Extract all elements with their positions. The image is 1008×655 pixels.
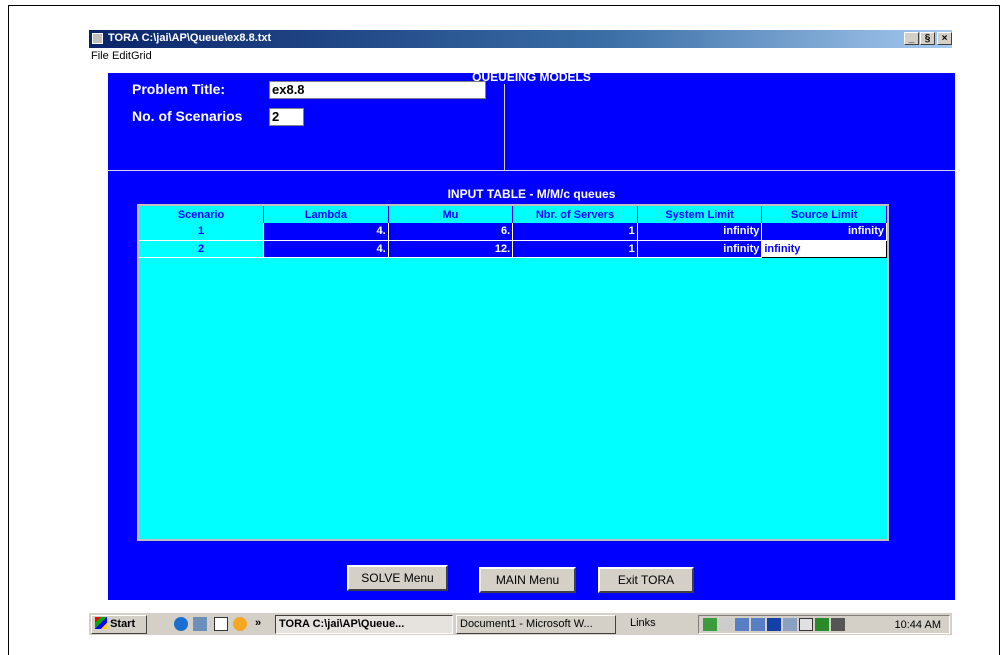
problem-title-label: Problem Title: bbox=[132, 81, 226, 97]
source-limit-edit-cell[interactable]: infinity bbox=[761, 239, 887, 258]
tray-app-icon[interactable] bbox=[799, 618, 813, 631]
task-word-document[interactable]: Document1 - Microsoft W... bbox=[456, 615, 616, 634]
quicklaunch-chevron[interactable]: » bbox=[255, 617, 261, 629]
window-titlebar[interactable]: TORA C:\jai\AP\Queue\ex8.8.txt _ § × bbox=[89, 30, 952, 48]
system-tray: 10:44 AM bbox=[698, 615, 950, 634]
table-row: 1 4. 6. 1 infinity infinity bbox=[139, 223, 887, 241]
links-toolbar[interactable]: Links bbox=[630, 617, 656, 629]
windows-logo-icon bbox=[95, 617, 107, 629]
exit-tora-button[interactable]: Exit TORA bbox=[598, 567, 694, 593]
servers-cell[interactable]: 1 bbox=[512, 240, 638, 258]
close-button[interactable]: × bbox=[937, 32, 952, 45]
main-menu-button[interactable]: MAIN Menu bbox=[479, 567, 576, 593]
lambda-cell[interactable]: 4. bbox=[263, 240, 389, 258]
clock: 10:44 AM bbox=[894, 619, 941, 631]
scenario-cell[interactable]: 1 bbox=[139, 223, 265, 241]
scenarios-input[interactable]: 2 bbox=[269, 108, 304, 126]
table-header-row: Scenario Lambda Mu Nbr. of Servers Syste… bbox=[139, 206, 887, 223]
system-limit-cell[interactable]: infinity bbox=[637, 223, 763, 241]
servers-cell[interactable]: 1 bbox=[512, 223, 638, 241]
minimize-button[interactable]: _ bbox=[904, 32, 919, 45]
internet-explorer-icon[interactable] bbox=[174, 617, 188, 631]
input-table-title: INPUT TABLE - M/M/c queues bbox=[447, 187, 616, 201]
tray-app-icon[interactable] bbox=[783, 618, 797, 631]
col-source-limit[interactable]: Source Limit bbox=[761, 206, 887, 223]
window-title: TORA C:\jai\AP\Queue\ex8.8.txt bbox=[108, 32, 272, 44]
scenario-cell[interactable]: 2 bbox=[139, 240, 265, 258]
menu-editgrid[interactable]: EditGrid bbox=[112, 50, 152, 62]
scenarios-label: No. of Scenarios bbox=[132, 108, 243, 124]
tray-app-icon[interactable] bbox=[767, 618, 781, 631]
maximize-button[interactable]: § bbox=[920, 32, 935, 45]
mu-cell[interactable]: 12. bbox=[388, 240, 514, 258]
menu-bar: File EditGrid bbox=[89, 48, 952, 64]
input-grid[interactable]: Scenario Lambda Mu Nbr. of Servers Syste… bbox=[137, 204, 889, 541]
source-limit-cell[interactable]: infinity bbox=[761, 223, 887, 241]
queueing-panel: QUEUEING MODELS Problem Title: ex8.8 No.… bbox=[108, 70, 955, 600]
media-icon[interactable] bbox=[233, 617, 247, 631]
volume-icon[interactable] bbox=[719, 618, 733, 631]
network-disconnected-icon[interactable] bbox=[751, 618, 765, 631]
tora-window: TORA C:\jai\AP\Queue\ex8.8.txt _ § × Fil… bbox=[89, 30, 955, 636]
start-button[interactable]: Start bbox=[91, 615, 147, 634]
lambda-cell[interactable]: 4. bbox=[263, 223, 389, 241]
outlook-icon[interactable] bbox=[193, 617, 207, 631]
task-tora[interactable]: TORA C:\jai\AP\Queue... bbox=[275, 615, 453, 634]
start-label: Start bbox=[110, 618, 136, 630]
app-icon[interactable] bbox=[92, 33, 103, 44]
network-disconnected-icon[interactable] bbox=[735, 618, 749, 631]
tray-network-icon[interactable] bbox=[703, 618, 717, 631]
problem-title-input[interactable]: ex8.8 bbox=[269, 81, 486, 99]
tray-app-icon[interactable] bbox=[815, 618, 829, 631]
col-mu[interactable]: Mu bbox=[388, 206, 514, 223]
input-table: Scenario Lambda Mu Nbr. of Servers Syste… bbox=[139, 206, 887, 258]
tray-app-icon[interactable] bbox=[831, 618, 845, 631]
col-system-limit[interactable]: System Limit bbox=[637, 206, 763, 223]
taskbar: Start » TORA C:\jai\AP\Queue... Document… bbox=[89, 612, 952, 635]
col-scenario[interactable]: Scenario bbox=[139, 206, 265, 223]
table-row: 2 4. 12. 1 infinity infinity bbox=[139, 239, 887, 258]
divider bbox=[108, 170, 955, 171]
page-title: QUEUEING MODELS bbox=[472, 70, 591, 84]
col-lambda[interactable]: Lambda bbox=[263, 206, 389, 223]
menu-file[interactable]: File bbox=[91, 50, 109, 62]
col-servers[interactable]: Nbr. of Servers bbox=[512, 206, 638, 223]
system-limit-cell[interactable]: infinity bbox=[637, 240, 763, 258]
solve-menu-button[interactable]: SOLVE Menu bbox=[347, 565, 448, 591]
show-desktop-icon[interactable] bbox=[214, 617, 228, 631]
mu-cell[interactable]: 6. bbox=[388, 223, 514, 241]
